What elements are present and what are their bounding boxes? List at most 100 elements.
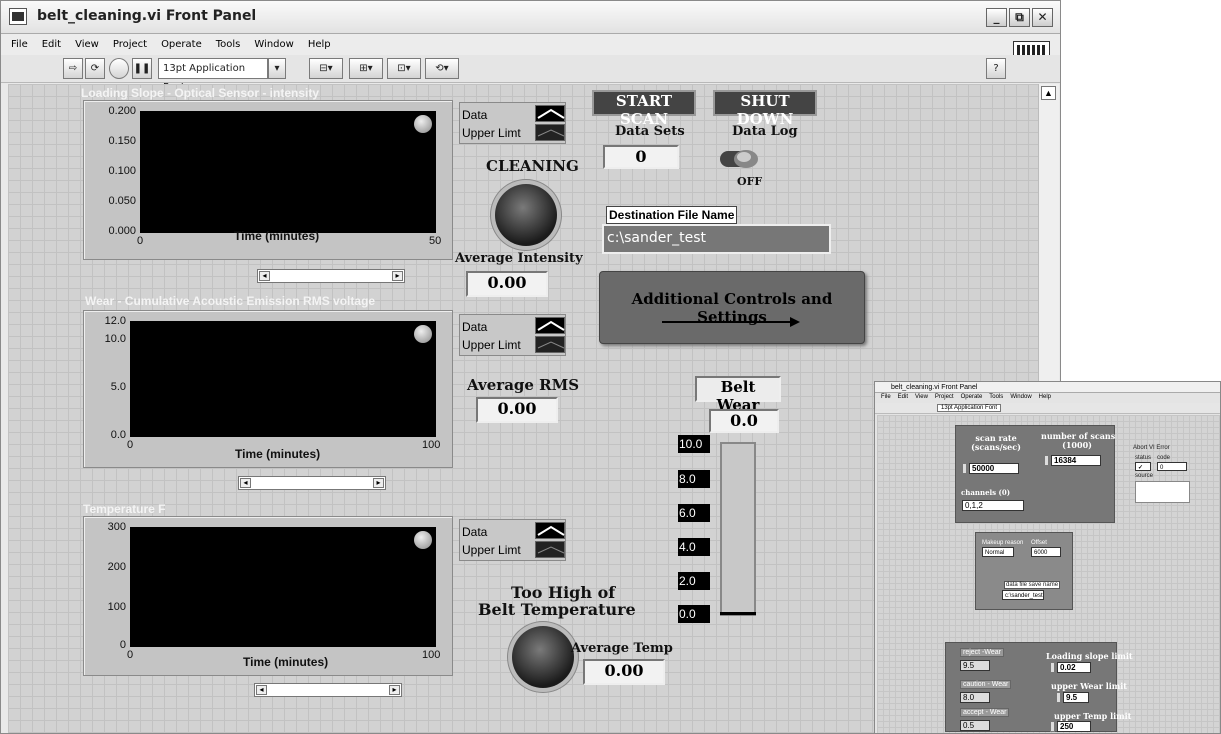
scroll-right-icon[interactable]: ▸ (373, 478, 384, 488)
font-select[interactable]: 13pt Application Font (158, 58, 268, 93)
abort-status-label: status (1135, 455, 1152, 461)
inset-toolbar: 13pt Application Font (875, 403, 1220, 414)
menu-help[interactable]: Help (308, 39, 331, 50)
data-plot-swatch (535, 317, 565, 334)
y-tick: 200 (107, 561, 126, 573)
chart-scrollbar[interactable]: ◂ ▸ (238, 476, 386, 490)
legend-data: Data (462, 108, 488, 122)
close-button[interactable]: ✕ (1032, 8, 1053, 27)
y-tick: 0.050 (108, 195, 136, 207)
chart-label-temperature: Temperature F (83, 502, 166, 516)
plot-legend[interactable]: Data Upper Limt (459, 314, 566, 356)
wear-limit-input[interactable]: 9.5 (1063, 692, 1089, 703)
temp-limit-input[interactable]: 250 (1057, 721, 1091, 732)
accept-wear-input[interactable]: 0.5 (960, 720, 990, 731)
inset-menu-item[interactable]: Tools (989, 394, 1003, 403)
menu-window[interactable]: Window (254, 39, 293, 50)
inset-menu-item[interactable]: File (881, 394, 891, 403)
average-intensity-value: 0.00 (466, 271, 548, 297)
reject-wear-label: reject -Wear (960, 648, 1004, 657)
menu-project[interactable]: Project (113, 39, 147, 50)
additional-controls-button[interactable]: Additional Controls and Settings (599, 271, 865, 344)
legend-data: Data (462, 525, 488, 539)
distribute-objects-icon[interactable]: ⊞▾ (349, 58, 383, 79)
makeup-input[interactable]: Normal (982, 547, 1014, 557)
plot-legend[interactable]: Data Upper Limt (459, 102, 566, 144)
y-tick: 0.100 (108, 165, 136, 177)
loading-limit-input[interactable]: 0.02 (1057, 662, 1091, 673)
resize-objects-icon[interactable]: ⊡▾ (387, 58, 421, 79)
help-button[interactable]: ? (986, 58, 1006, 79)
scroll-left-icon[interactable]: ◂ (259, 271, 270, 281)
accept-wear-label: accept - Wear (960, 708, 1010, 717)
chart-temperature: 300 200 100 0 0 100 Time (minutes) (83, 516, 453, 676)
x-tick: 0 (137, 235, 144, 247)
legend-data: Data (462, 320, 488, 334)
title-bar: belt_cleaning.vi Front Panel _ ⧉ ✕ (1, 1, 1060, 34)
makeup-label: Makeup reason (982, 540, 1024, 546)
belt-wear-tank (720, 442, 756, 616)
pause-icon[interactable]: ❚❚ (132, 58, 152, 79)
start-scan-button[interactable]: START SCAN (592, 90, 696, 128)
menu-file[interactable]: File (11, 39, 28, 50)
scroll-left-icon[interactable]: ◂ (240, 478, 251, 488)
scan-rate-spinner[interactable] (962, 463, 967, 474)
offset-input[interactable]: 6000 (1031, 547, 1061, 557)
file-name-input[interactable]: c:\sander_test (1002, 590, 1044, 600)
channels-input[interactable]: 0,1,2 (962, 500, 1024, 511)
menu-operate[interactable]: Operate (161, 39, 202, 50)
chevron-down-icon[interactable]: ▾ (268, 58, 286, 79)
inset-menu-item[interactable]: Edit (898, 394, 908, 403)
destination-file-label: Destination File Name (606, 206, 738, 224)
scan-rate-input[interactable]: 50000 (969, 463, 1019, 474)
caution-wear-input[interactable]: 8.0 (960, 692, 990, 703)
average-rms-value: 0.00 (476, 397, 558, 423)
average-intensity-label: Average Intensity (455, 251, 583, 266)
destination-file-input[interactable]: c:\sander_test (602, 224, 831, 254)
cleaning-led (495, 184, 557, 246)
legend-upper: Upper Limt (462, 338, 521, 352)
menu-tools[interactable]: Tools (216, 39, 241, 50)
chart-scrollbar[interactable]: ◂ ▸ (254, 683, 402, 697)
reorder-icon[interactable]: ⟲▾ (425, 58, 459, 79)
belt-temperature-label: Belt Temperature (478, 600, 636, 619)
legend-upper: Upper Limt (462, 126, 521, 140)
abort-icon[interactable] (109, 58, 129, 79)
upper-plot-swatch (535, 541, 565, 558)
inset-menu-item[interactable]: Project (935, 394, 954, 403)
data-log-state: OFF (737, 175, 763, 188)
maximize-button[interactable]: ⧉ (1009, 8, 1030, 27)
scroll-up-icon[interactable]: ▲ (1041, 86, 1056, 100)
run-arrow-icon[interactable]: ⇨ (63, 58, 83, 79)
inset-menu: File Edit View Project Operate Tools Win… (875, 394, 1220, 403)
inset-menu-item[interactable]: Operate (961, 394, 983, 403)
led-indicator (414, 115, 432, 133)
inset-font-select[interactable]: 13pt Application Font (937, 404, 1002, 412)
tank-tick: 8.0 (678, 470, 710, 488)
menu-edit[interactable]: Edit (42, 39, 61, 50)
loading-limit-spinner[interactable] (1050, 662, 1055, 673)
plot-legend[interactable]: Data Upper Limt (459, 519, 566, 561)
window-title: belt_cleaning.vi Front Panel (37, 8, 257, 24)
data-log-toggle[interactable] (716, 147, 762, 169)
scroll-left-icon[interactable]: ◂ (256, 685, 267, 695)
minimize-button[interactable]: _ (986, 8, 1007, 27)
scroll-right-icon[interactable]: ▸ (392, 271, 403, 281)
reject-wear-input[interactable]: 9.5 (960, 660, 990, 671)
inset-menu-item[interactable]: Help (1039, 394, 1051, 403)
menu-view[interactable]: View (75, 39, 99, 50)
num-scans-spinner[interactable] (1044, 455, 1049, 466)
temp-limit-spinner[interactable] (1050, 721, 1055, 732)
scroll-right-icon[interactable]: ▸ (389, 685, 400, 695)
run-continuously-icon[interactable]: ⟳ (85, 58, 105, 79)
chart-scrollbar[interactable]: ◂ ▸ (257, 269, 405, 283)
belt-wear-label: Belt Wear (695, 376, 781, 414)
align-objects-icon[interactable]: ⊟▾ (309, 58, 343, 79)
x-axis-label: Time (minutes) (234, 229, 320, 243)
inset-menu-item[interactable]: View (915, 394, 928, 403)
wear-limit-spinner[interactable] (1056, 692, 1061, 703)
data-sets-label: Data Sets (615, 124, 685, 139)
inset-menu-item[interactable]: Window (1010, 394, 1031, 403)
num-scans-input[interactable]: 16384 (1051, 455, 1101, 466)
shut-down-button[interactable]: SHUT DOWN (713, 90, 817, 128)
